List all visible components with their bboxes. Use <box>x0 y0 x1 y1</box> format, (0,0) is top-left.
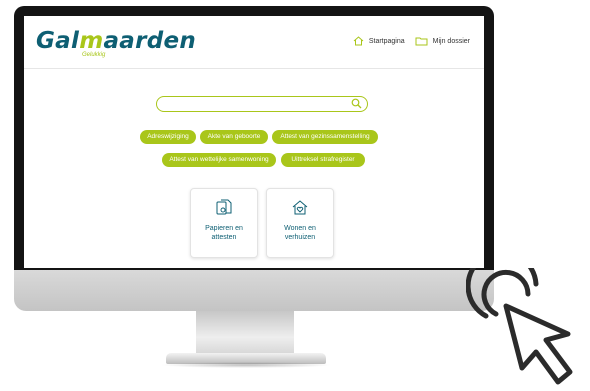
monitor-chin <box>14 270 494 311</box>
nav-dossier-label: Mijn dossier <box>432 37 470 45</box>
tag-uittreksel-strafregister[interactable]: Uittreksel strafregister <box>281 153 365 167</box>
tag-attest-gezinssamenstelling[interactable]: Attest van gezinssamenstelling <box>272 130 378 144</box>
folder-icon <box>415 37 428 46</box>
stand-shadow <box>160 362 332 368</box>
tag-adreswijziging[interactable]: Adreswijziging <box>140 130 196 144</box>
site-header: Galmaarden Gelukkig Startpagina Mijn dos… <box>24 16 484 69</box>
card-papieren-attesten[interactable]: Papieren en attesten <box>190 188 258 258</box>
search-input[interactable] <box>165 98 349 112</box>
card-label: Papieren en attesten <box>205 225 243 241</box>
search-icon[interactable] <box>351 98 362 109</box>
top-nav: Startpagina Mijn dossier <box>353 36 470 46</box>
nav-home-label: Startpagina <box>368 37 405 45</box>
monitor-bezel: Galmaarden Gelukkig Startpagina Mijn dos… <box>14 6 494 270</box>
card-label: Wonen en verhuizen <box>284 225 316 241</box>
card-wonen-verhuizen[interactable]: Wonen en verhuizen <box>266 188 334 258</box>
monitor-frame: Galmaarden Gelukkig Startpagina Mijn dos… <box>14 6 494 311</box>
monitor-stand-neck <box>196 311 294 355</box>
logo-tagline: Gelukkig <box>82 52 106 58</box>
home-icon <box>353 36 364 46</box>
browser-screen: Galmaarden Gelukkig Startpagina Mijn dos… <box>24 16 484 268</box>
nav-dossier-link[interactable]: Mijn dossier <box>415 36 470 46</box>
tag-akte-geboorte[interactable]: Akte van geboorte <box>200 130 268 144</box>
logo-wordmark: Galmaarden <box>36 28 197 54</box>
documents-icon <box>216 199 232 215</box>
search-bar <box>156 96 368 112</box>
house-heart-icon <box>292 200 308 215</box>
nav-home-link[interactable]: Startpagina <box>353 36 405 46</box>
click-cursor-icon <box>466 268 573 385</box>
tag-attest-wettelijke-samenwoning[interactable]: Attest van wettelijke samenwoning <box>162 153 276 167</box>
site-logo[interactable]: Galmaarden Gelukkig <box>36 28 197 58</box>
